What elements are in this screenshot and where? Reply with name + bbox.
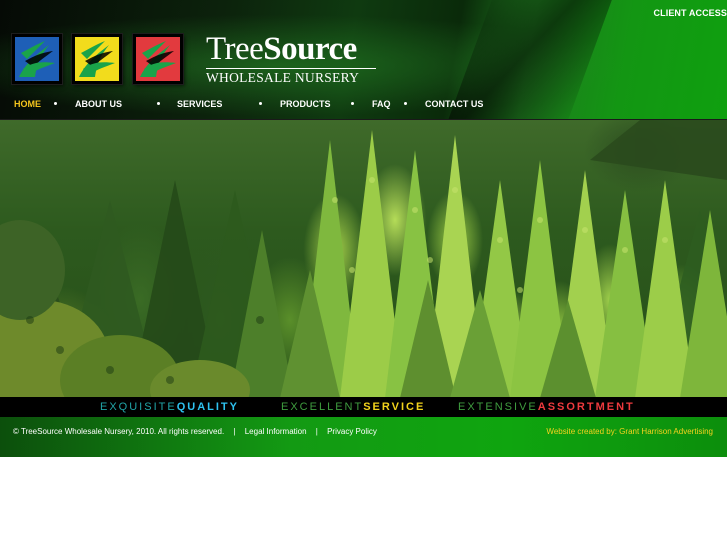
nav-separator-dot <box>259 102 262 105</box>
website-credit-link[interactable]: Website created by: Grant Harrison Adver… <box>546 427 713 436</box>
leaf-tile-red-icon[interactable] <box>133 34 183 84</box>
nav-separator-dot <box>54 102 57 105</box>
footer-left: © TreeSource Wholesale Nursery, 2010. Al… <box>13 427 377 436</box>
footer: © TreeSource Wholesale Nursery, 2010. Al… <box>0 417 727 457</box>
tree-canopy-illustration <box>0 120 727 397</box>
legal-information-link[interactable]: Legal Information <box>245 427 307 436</box>
leaf-tile-blue-icon[interactable] <box>12 34 62 84</box>
brand-divider <box>206 68 376 69</box>
slogan-quality: EXQUISITEQUALITY <box>100 401 239 413</box>
brand-name: TreeSource <box>206 31 376 67</box>
slogan-band: EXQUISITEQUALITY EXCELLENTSERVICE EXTENS… <box>0 397 727 417</box>
slogan-quality-light: EXQUISITE <box>100 401 177 413</box>
nav-item-contact-us[interactable]: CONTACT US <box>425 99 483 109</box>
slogan-service-light: EXCELLENT <box>281 401 364 413</box>
footer-separator: | <box>233 427 236 436</box>
hero-image-trees <box>0 119 727 397</box>
slogan-quality-strong: QUALITY <box>176 401 239 413</box>
header: CLIENT ACCESS TreeSource WHOLESALE NURSE… <box>0 0 727 119</box>
brand-subtitle: WHOLESALE NURSERY <box>206 70 360 85</box>
brand-logo[interactable]: TreeSource WHOLESALE NURSERY <box>206 31 376 86</box>
nav-item-products[interactable]: PRODUCTS <box>280 99 331 109</box>
client-access-link[interactable]: CLIENT ACCESS <box>637 8 727 18</box>
page: CLIENT ACCESS TreeSource WHOLESALE NURSE… <box>0 0 727 545</box>
slogan-service-strong: SERVICE <box>363 401 426 413</box>
leaf-tile-yellow-icon[interactable] <box>72 34 122 84</box>
privacy-policy-link[interactable]: Privacy Policy <box>327 427 377 436</box>
nav-item-home[interactable]: HOME <box>14 99 41 109</box>
nav-separator-dot <box>157 102 160 105</box>
slogan-assortment-light: EXTENSIVE <box>458 401 538 413</box>
brand-name-bold: Source <box>263 31 357 67</box>
main-nav: HOME ABOUT US SERVICES PRODUCTS FAQ CONT… <box>0 99 500 113</box>
footer-separator: | <box>315 427 318 436</box>
nav-separator-dot <box>404 102 407 105</box>
nav-item-services[interactable]: SERVICES <box>177 99 222 109</box>
nav-item-faq[interactable]: FAQ <box>372 99 391 109</box>
brand-name-regular: Tree <box>206 31 264 67</box>
slogan-service: EXCELLENTSERVICE <box>281 401 425 413</box>
slogan-assortment-strong: ASSORTMENT <box>537 401 635 413</box>
nav-separator-dot <box>351 102 354 105</box>
copyright-text: © TreeSource Wholesale Nursery, 2010. Al… <box>13 427 225 436</box>
slogan-assortment: EXTENSIVEASSORTMENT <box>458 401 635 413</box>
nav-item-about-us[interactable]: ABOUT US <box>75 99 122 109</box>
